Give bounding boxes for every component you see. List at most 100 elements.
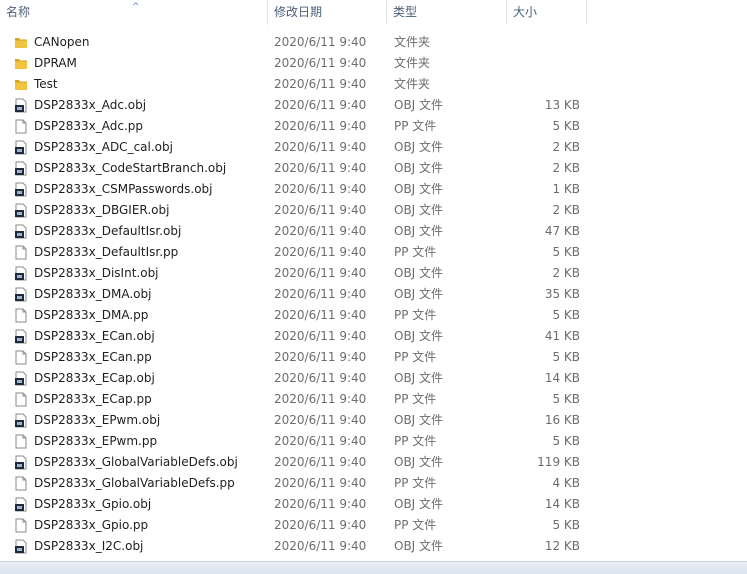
obj-file-icon — [14, 182, 28, 197]
file-row[interactable]: DSP2833x_Gpio.obj 2020/6/11 9:40 OBJ 文件 14 … — [0, 494, 747, 515]
file-name: DSP2833x_ECap.obj — [34, 371, 155, 385]
file-type: OBJ 文件 — [394, 266, 444, 280]
file-name: DSP2833x_DisInt.obj — [34, 266, 159, 280]
file-date: 2020/6/11 9:40 — [274, 77, 367, 91]
file-name: DSP2833x_DefaultIsr.pp — [34, 245, 179, 259]
file-row[interactable]: DSP2833x_ECap.pp 2020/6/11 9:40 PP 文件 5 KB — [0, 389, 747, 410]
file-date: 2020/6/11 9:40 — [274, 56, 367, 70]
file-row[interactable]: CANopen 2020/6/11 9:40 文件夹 — [0, 32, 747, 53]
file-name: DSP2833x_GlobalVariableDefs.obj — [34, 455, 238, 469]
blank-file-icon — [14, 392, 28, 407]
file-name: Test — [34, 77, 58, 91]
file-row[interactable]: DSP2833x_DisInt.obj 2020/6/11 9:40 OBJ 文件 2… — [0, 263, 747, 284]
column-header-name[interactable]: 名称 ^ — [0, 0, 268, 25]
column-header-date-label: 修改日期 — [274, 5, 323, 19]
obj-file-icon — [14, 329, 28, 344]
file-size: 35 KB — [544, 287, 580, 301]
file-date: 2020/6/11 9:40 — [274, 287, 367, 301]
file-name: DSP2833x_ADC_cal.obj — [34, 140, 173, 154]
file-date: 2020/6/11 9:40 — [274, 413, 367, 427]
file-row[interactable]: DSP2833x_GlobalVariableDefs.pp 2020/6/11 … — [0, 473, 747, 494]
file-row[interactable]: DSP2833x_CSMPasswords.obj 2020/6/11 9:40 O… — [0, 179, 747, 200]
file-row[interactable]: DSP2833x_Adc.pp 2020/6/11 9:40 PP 文件 5 KB — [0, 116, 747, 137]
file-date: 2020/6/11 9:40 — [274, 329, 367, 343]
file-size: 2 KB — [552, 266, 580, 280]
column-header-date[interactable]: 修改日期 — [268, 0, 387, 25]
file-size: 41 KB — [544, 329, 580, 343]
file-type: 文件夹 — [394, 77, 431, 91]
file-name: DPRAM — [34, 56, 77, 70]
file-size: 16 KB — [544, 413, 580, 427]
file-row[interactable]: DSP2833x_DefaultIsr.pp 2020/6/11 9:40 PP 文… — [0, 242, 747, 263]
column-header-type[interactable]: 类型 — [387, 0, 507, 25]
file-date: 2020/6/11 9:40 — [274, 308, 367, 322]
file-type: PP 文件 — [394, 392, 437, 406]
file-row[interactable]: DSP2833x_DMA.obj 2020/6/11 9:40 OBJ 文件 35 K… — [0, 284, 747, 305]
file-type: OBJ 文件 — [394, 497, 444, 511]
file-name: CANopen — [34, 35, 90, 49]
file-row[interactable]: DSP2833x_DMA.pp 2020/6/11 9:40 PP 文件 5 KB — [0, 305, 747, 326]
file-row[interactable]: DSP2833x_ECan.obj 2020/6/11 9:40 OBJ 文件 41 … — [0, 326, 747, 347]
file-date: 2020/6/11 9:40 — [274, 476, 367, 490]
file-type: 文件夹 — [394, 35, 431, 49]
file-size: 4 KB — [552, 476, 580, 490]
obj-file-icon — [14, 539, 28, 554]
file-name: DSP2833x_Adc.obj — [34, 98, 147, 112]
file-name: DSP2833x_ECap.pp — [34, 392, 152, 406]
file-name: DSP2833x_Gpio.obj — [34, 497, 152, 511]
file-date: 2020/6/11 9:40 — [274, 224, 367, 238]
file-size: 2 KB — [552, 161, 580, 175]
file-row[interactable]: DSP2833x_GlobalVariableDefs.obj 2020/6/11… — [0, 452, 747, 473]
obj-file-icon — [14, 455, 28, 470]
sort-ascending-icon: ^ — [132, 2, 140, 12]
file-date: 2020/6/11 9:40 — [274, 371, 367, 385]
blank-file-icon — [14, 245, 28, 260]
file-row[interactable]: DSP2833x_Gpio.pp 2020/6/11 9:40 PP 文件 5 KB — [0, 515, 747, 536]
file-row[interactable]: DSP2833x_I2C.obj 2020/6/11 9:40 OBJ 文件 12 K… — [0, 536, 747, 557]
file-size: 5 KB — [552, 119, 580, 133]
file-row[interactable]: DSP2833x_EPwm.pp 2020/6/11 9:40 PP 文件 5 KB — [0, 431, 747, 452]
file-type: OBJ 文件 — [394, 224, 444, 238]
file-row[interactable]: DSP2833x_CodeStartBranch.obj 2020/6/11 9:… — [0, 158, 747, 179]
column-header-bar: 名称 ^ 修改日期 类型 大小 — [0, 0, 747, 25]
file-type: OBJ 文件 — [394, 203, 444, 217]
file-name: DSP2833x_GlobalVariableDefs.pp — [34, 476, 235, 490]
file-size: 5 KB — [552, 245, 580, 259]
file-name: DSP2833x_I2C.obj — [34, 539, 144, 553]
obj-file-icon — [14, 371, 28, 386]
obj-file-icon — [14, 497, 28, 512]
file-row[interactable]: Test 2020/6/11 9:40 文件夹 — [0, 74, 747, 95]
column-header-size-label: 大小 — [513, 5, 538, 19]
status-bar — [0, 561, 747, 574]
file-size: 14 KB — [544, 371, 580, 385]
column-header-size[interactable]: 大小 — [507, 0, 587, 25]
file-type: OBJ 文件 — [394, 98, 444, 112]
file-date: 2020/6/11 9:40 — [274, 161, 367, 175]
file-type: OBJ 文件 — [394, 161, 444, 175]
file-name: DSP2833x_CSMPasswords.obj — [34, 182, 213, 196]
file-size: 5 KB — [552, 308, 580, 322]
file-name: DSP2833x_CodeStartBranch.obj — [34, 161, 227, 175]
file-row[interactable]: DSP2833x_DBGIER.obj 2020/6/11 9:40 OBJ 文件 2… — [0, 200, 747, 221]
file-row[interactable]: DSP2833x_ECan.pp 2020/6/11 9:40 PP 文件 5 KB — [0, 347, 747, 368]
file-size: 119 KB — [537, 455, 580, 469]
blank-file-icon — [14, 308, 28, 323]
blank-file-icon — [14, 518, 28, 533]
file-name: DSP2833x_DefaultIsr.obj — [34, 224, 182, 238]
file-name: DSP2833x_Gpio.pp — [34, 518, 149, 532]
file-name: DSP2833x_EPwm.obj — [34, 413, 161, 427]
file-type: OBJ 文件 — [394, 539, 444, 553]
file-size — [500, 53, 580, 74]
obj-file-icon — [14, 287, 28, 302]
file-row[interactable]: DSP2833x_Adc.obj 2020/6/11 9:40 OBJ 文件 13 K… — [0, 95, 747, 116]
file-row[interactable]: DSP2833x_EPwm.obj 2020/6/11 9:40 OBJ 文件 16 … — [0, 410, 747, 431]
file-row[interactable]: DSP2833x_DefaultIsr.obj 2020/6/11 9:40 OBJ… — [0, 221, 747, 242]
file-row[interactable]: DSP2833x_ECap.obj 2020/6/11 9:40 OBJ 文件 14 … — [0, 368, 747, 389]
file-row[interactable]: DPRAM 2020/6/11 9:40 文件夹 — [0, 53, 747, 74]
file-type: PP 文件 — [394, 518, 437, 532]
file-type: PP 文件 — [394, 350, 437, 364]
file-date: 2020/6/11 9:40 — [274, 98, 367, 112]
file-type: OBJ 文件 — [394, 455, 444, 469]
file-type: PP 文件 — [394, 245, 437, 259]
file-row[interactable]: DSP2833x_ADC_cal.obj 2020/6/11 9:40 OBJ 文件… — [0, 137, 747, 158]
